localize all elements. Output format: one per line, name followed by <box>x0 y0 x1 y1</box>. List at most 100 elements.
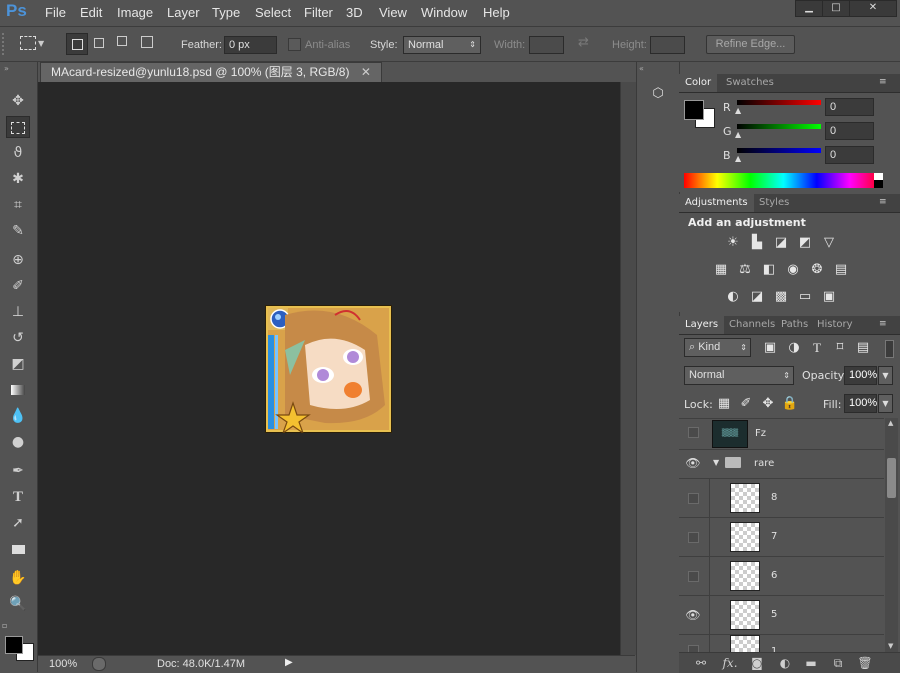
posterize-icon[interactable]: ◪ <box>748 289 766 305</box>
tab-layers[interactable]: Layers <box>679 316 725 334</box>
tab-paths[interactable]: Paths <box>775 316 814 334</box>
lock-image-pixels-icon[interactable]: ✐ <box>737 396 755 412</box>
width-input[interactable] <box>529 36 564 54</box>
preset-dropdown-icon[interactable]: ▼ <box>38 39 44 48</box>
blur-tool-icon[interactable]: 💧 <box>6 405 30 427</box>
close-tab-icon[interactable]: ✕ <box>361 65 371 79</box>
eyedropper-tool-icon[interactable]: ✎ <box>6 220 30 242</box>
g-slider[interactable] <box>737 124 821 129</box>
eye-visible-icon[interactable]: 👁 <box>683 453 703 473</box>
canvas-area[interactable] <box>38 82 620 655</box>
clone-stamp-tool-icon[interactable]: ⊥ <box>6 301 30 323</box>
menu-help[interactable]: Help <box>483 5 510 20</box>
r-slider-handle-icon[interactable]: ▲ <box>735 106 741 115</box>
feather-input[interactable]: 0 px <box>224 36 277 54</box>
layer-name[interactable]: 6 <box>771 570 777 581</box>
brightness-contrast-icon[interactable]: ☀ <box>724 235 742 251</box>
type-tool-icon[interactable]: T <box>6 486 30 508</box>
tab-swatches[interactable]: Swatches <box>720 74 780 92</box>
link-layers-icon[interactable]: ⚯ <box>692 656 710 670</box>
tab-history[interactable]: History <box>811 316 859 334</box>
menu-select[interactable]: Select <box>255 5 291 20</box>
new-selection-button[interactable] <box>66 33 88 55</box>
filter-type-icon[interactable]: T <box>808 340 826 356</box>
invert-icon[interactable]: ◐ <box>724 289 742 305</box>
lock-position-icon[interactable]: ✥ <box>759 396 777 412</box>
menu-view[interactable]: View <box>379 5 407 20</box>
filter-shape-icon[interactable]: ⌑ <box>831 340 849 356</box>
close-button[interactable]: ✕ <box>849 0 897 17</box>
marquee-preset-icon[interactable] <box>20 36 36 50</box>
fx-icon[interactable]: fx. <box>721 656 739 670</box>
filter-kind-select[interactable]: ⌕ Kind ⇕ <box>684 338 751 357</box>
visibility-toggle[interactable] <box>688 427 699 438</box>
menu-3d[interactable]: 3D <box>346 5 363 20</box>
status-info-icon[interactable] <box>92 657 106 671</box>
delete-layer-icon[interactable]: 🗑 <box>856 656 874 670</box>
pen-tool-icon[interactable]: ✒ <box>6 460 30 482</box>
status-menu-arrow-icon[interactable]: ▶ <box>285 657 293 668</box>
document-tab[interactable]: MAcard-resized@yunlu18.psd @ 100% (图层 3,… <box>40 62 382 82</box>
hue-saturation-icon[interactable]: ▦ <box>712 262 730 278</box>
opacity-dropdown-icon[interactable]: ▼ <box>878 366 893 385</box>
eraser-tool-icon[interactable]: ◩ <box>6 353 30 375</box>
layer-name[interactable]: rare <box>754 458 774 469</box>
menu-file[interactable]: File <box>45 5 66 20</box>
layer-row-fz[interactable]: ▒▒▒ Fz <box>679 419 884 450</box>
levels-icon[interactable]: ▙ <box>748 235 766 251</box>
swap-width-height-icon[interactable]: ⇄ <box>578 35 589 50</box>
layer-group-rare[interactable]: 👁 ▼ rare <box>679 450 884 479</box>
move-tool-icon[interactable]: ✥ <box>6 90 30 112</box>
expand-group-icon[interactable]: ▼ <box>713 458 719 467</box>
b-slider-handle-icon[interactable]: ▲ <box>735 154 741 163</box>
tab-adjustments[interactable]: Adjustments <box>679 194 754 212</box>
3d-panel-icon[interactable]: ⬡ <box>649 86 667 104</box>
channel-mixer-icon[interactable]: ❂ <box>808 262 826 278</box>
g-slider-handle-icon[interactable]: ▲ <box>735 130 741 139</box>
menu-layer[interactable]: Layer <box>167 5 200 20</box>
fill-dropdown-icon[interactable]: ▼ <box>878 394 893 413</box>
spot-healing-tool-icon[interactable]: ⊕ <box>6 249 30 271</box>
new-adjustment-icon[interactable]: ◐ <box>776 656 794 670</box>
blend-mode-select[interactable]: Normal ⇕ <box>684 366 794 385</box>
antialias-checkbox[interactable] <box>288 38 301 51</box>
collapse-tools-icon[interactable]: » <box>4 64 9 73</box>
expand-dock-icon[interactable]: « <box>639 64 644 73</box>
magic-wand-tool-icon[interactable]: ✱ <box>6 168 30 190</box>
panel-menu-icon[interactable]: ≡ <box>879 197 887 207</box>
refine-edge-button[interactable]: Refine Edge... <box>706 35 795 54</box>
add-mask-icon[interactable]: ◙ <box>748 656 766 670</box>
r-value-input[interactable]: 0 <box>825 98 874 116</box>
panel-menu-icon[interactable]: ≡ <box>879 77 887 87</box>
filter-toggle-switch[interactable] <box>885 340 894 358</box>
b-slider[interactable] <box>737 148 821 153</box>
menu-type[interactable]: Type <box>212 5 240 20</box>
exposure-icon[interactable]: ◩ <box>796 235 814 251</box>
subtract-selection-icon[interactable] <box>117 36 127 46</box>
crop-tool-icon[interactable]: ⌗ <box>6 194 30 216</box>
filter-smart-object-icon[interactable]: ▤ <box>854 340 872 356</box>
style-select[interactable]: Normal ⇕ <box>403 36 481 54</box>
dodge-tool-icon[interactable]: ● <box>6 431 30 453</box>
layer-name[interactable]: 7 <box>771 531 777 542</box>
scroll-up-icon[interactable]: ▲ <box>888 419 893 427</box>
lock-all-icon[interactable]: 🔒 <box>781 396 799 412</box>
visibility-toggle[interactable] <box>688 571 699 582</box>
tab-color[interactable]: Color <box>679 74 718 92</box>
layer-name[interactable]: Fz <box>755 428 766 439</box>
tab-channels[interactable]: Channels <box>723 316 781 334</box>
new-layer-icon[interactable]: ⧉ <box>829 656 847 670</box>
height-input[interactable] <box>650 36 685 54</box>
menu-window[interactable]: Window <box>421 5 467 20</box>
scroll-down-icon[interactable]: ▼ <box>888 642 893 650</box>
foreground-color-chip[interactable] <box>684 100 704 120</box>
fill-input[interactable]: 100% <box>844 394 877 413</box>
vibrance-icon[interactable]: ▽ <box>820 235 838 251</box>
menu-edit[interactable]: Edit <box>80 5 102 20</box>
color-spectrum-bar[interactable] <box>684 173 883 188</box>
intersect-selection-icon[interactable] <box>141 36 153 48</box>
visibility-toggle[interactable] <box>688 532 699 543</box>
rectangular-marquee-tool-icon[interactable] <box>6 116 30 138</box>
lasso-tool-icon[interactable]: ϑ <box>6 142 30 164</box>
new-group-icon[interactable]: ▬ <box>802 656 820 670</box>
